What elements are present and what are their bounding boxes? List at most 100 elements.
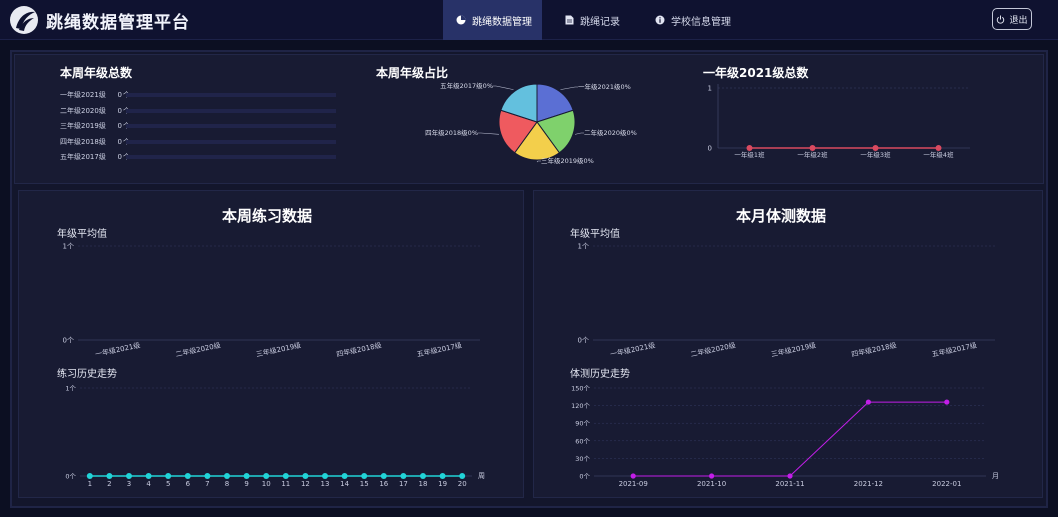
pie-chart-icon <box>456 15 466 25</box>
data-point <box>420 473 426 479</box>
data-point <box>341 473 348 479</box>
y-tick-label: 1个 <box>65 385 76 393</box>
x-tick-label: 四年级2018级 <box>336 340 383 358</box>
x-tick-label: 3 <box>127 480 131 488</box>
grade-total-row: 三年级2019级0个 <box>60 120 130 132</box>
x-tick-label: 二年级2020级 <box>690 340 737 358</box>
x-tick-label: 五年级2017级 <box>931 340 978 358</box>
x-tick-label: 18 <box>419 480 428 488</box>
weekly-practice-title: 本周练习数据 <box>222 207 313 225</box>
y-tick-label: 0个 <box>63 337 74 345</box>
grade-share-pie-chart: 一年级2021级0% 二年级2020级0% 三年级2019级0% 四年级2018级0%… <box>425 81 637 165</box>
weekly-grade-total-title: 本周年级总数 <box>60 66 133 80</box>
document-icon <box>565 15 574 25</box>
grade-total-row: 五年级2017级0个 <box>60 151 130 163</box>
data-point <box>380 473 387 479</box>
y-tick-label: 60个 <box>575 437 590 445</box>
x-tick-label: 一年级4班 <box>923 150 954 159</box>
y-tick-label: 1个 <box>63 243 74 251</box>
y-tick-label: 0个 <box>579 473 590 481</box>
y-tick-label: 1个 <box>578 243 589 251</box>
tab-label: 跳绳数据管理 <box>472 16 532 28</box>
x-tick-label: 11 <box>281 480 290 488</box>
data-point <box>865 399 871 405</box>
data-point <box>361 473 368 479</box>
x-tick-label: 6 <box>186 480 191 488</box>
grade-value: 0 <box>117 106 122 115</box>
app-title: 跳绳数据管理平台 <box>46 13 190 33</box>
x-tick-label: 9 <box>244 480 248 488</box>
x-axis-unit: 周 <box>478 472 485 480</box>
data-point <box>282 473 289 479</box>
x-tick-label: 10 <box>262 480 271 488</box>
x-tick-label: 四年级2018级 <box>851 340 898 358</box>
grade-value: 0 <box>117 91 122 99</box>
grade-value: 0 <box>117 122 122 130</box>
tab-label: 跳绳记录 <box>580 16 620 28</box>
y-tick-label: 120个 <box>571 402 590 410</box>
x-tick-label: 2021-11 <box>775 480 804 488</box>
data-point <box>86 473 93 479</box>
y-tick-label: 0个 <box>65 473 76 481</box>
grade-total-bar-track <box>126 155 336 159</box>
pie-label-line <box>478 132 499 135</box>
x-tick-label: 三年级2019级 <box>255 340 302 358</box>
grade-total-row: 二年级2020级0个 <box>60 105 130 117</box>
test-history-chart: 0个 30个 60个 90个 120个 150个月 2021-09 2021-10 2021-1… <box>571 385 999 489</box>
x-tick-label: 一年级1班 <box>734 150 765 159</box>
pie-slice-label: 四年级2018级0% <box>425 128 478 137</box>
x-tick-label: 19 <box>438 480 447 488</box>
data-point <box>145 473 152 479</box>
tab-school-info[interactable]: 学校信息管理 <box>655 0 750 40</box>
monthly-test-avg-chart: 0个 1个一年级2021级 二年级2020级 三年级2019级 四年级2018级 五年级2… <box>578 243 995 358</box>
data-point <box>302 473 309 479</box>
x-axis-unit: 月 <box>992 472 999 480</box>
pie-label-line <box>493 85 514 90</box>
class-total-line-chart: 0 1 一年级1班 一年级2班 一年级3班 一年级4班 <box>708 84 970 159</box>
pie-label-line <box>560 86 578 90</box>
tab-jump-rope-data[interactable]: 跳绳数据管理 <box>443 0 542 40</box>
y-tick-label: 90个 <box>575 420 590 428</box>
data-point <box>787 473 793 479</box>
x-tick-label: 2 <box>107 480 111 488</box>
x-tick-label: 一年级2班 <box>797 150 828 159</box>
x-tick-label: 8 <box>225 480 229 488</box>
x-tick-label: 五年级2017级 <box>416 340 463 358</box>
x-tick-label: 4 <box>146 480 151 488</box>
grade-total-row: 一年级2021级0个 <box>60 89 130 101</box>
x-tick-label: 1 <box>88 480 92 488</box>
x-tick-label: 16 <box>379 480 388 488</box>
grade-total-bar-track <box>126 108 336 113</box>
y-tick-label: 150个 <box>571 385 590 393</box>
practice-history-chart: 0个1个周1 2 3 4 5 6 7 8 9 10 11 12 13 14 15 16 17 18 19 20 <box>65 385 485 489</box>
top-header: 跳绳数据管理平台 跳绳数据管理 跳绳记录 学校信息管理 退出 <box>0 0 1058 40</box>
tab-label: 学校信息管理 <box>671 16 731 28</box>
grade-name: 二年级2020级 <box>60 106 106 115</box>
grade-total-bar-track <box>126 139 336 144</box>
info-icon <box>655 15 665 25</box>
x-tick-label: 2022-01 <box>932 480 961 488</box>
data-point <box>224 473 230 479</box>
x-tick-label: 14 <box>340 480 349 488</box>
grade-value: 0 <box>117 153 122 161</box>
data-point <box>106 473 113 479</box>
pie-slice-label: 五年级2017级0% <box>440 81 493 90</box>
x-tick-label: 2021-10 <box>697 480 726 488</box>
x-tick-label: 2021-09 <box>619 480 648 488</box>
power-icon <box>997 14 1005 24</box>
data-point <box>630 473 636 479</box>
data-point <box>944 399 950 405</box>
pie-slice-label: 三年级2019级0% <box>541 156 594 165</box>
tab-jump-rope-records[interactable]: 跳绳记录 <box>565 0 645 40</box>
grade-name: 一年级2021级 <box>60 91 106 99</box>
data-point <box>400 473 407 479</box>
x-tick-label: 12 <box>301 480 310 488</box>
test-history-label: 体测历史走势 <box>570 369 630 380</box>
monthly-test-title: 本月体测数据 <box>736 207 827 225</box>
data-point <box>243 473 250 479</box>
data-point <box>322 473 328 479</box>
data-point <box>439 473 446 479</box>
logout-label: 退出 <box>1009 15 1028 26</box>
logout-button[interactable]: 退出 <box>992 8 1032 30</box>
data-point <box>126 473 132 479</box>
